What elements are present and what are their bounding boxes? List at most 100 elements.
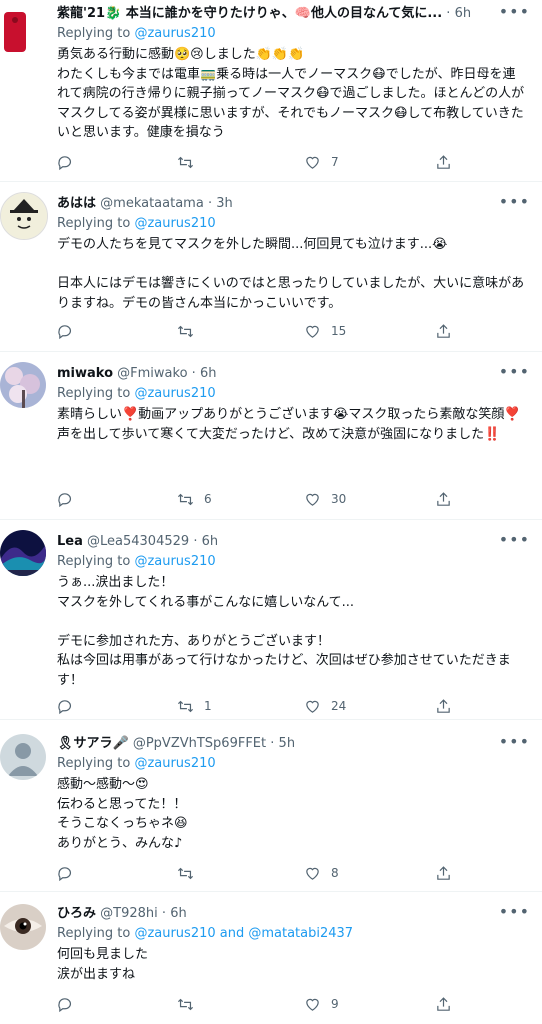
reply-mention-link[interactable]: @zaurus210 xyxy=(134,216,215,231)
avatar[interactable] xyxy=(0,734,46,780)
tweet-text: 勇気ある行動に感動🥺😢しました👏👏👏 わたくしも今までは電車🚃乗る時は一人でノー… xyxy=(57,47,525,140)
reply-button[interactable] xyxy=(57,994,84,1014)
separator-dot: · xyxy=(207,196,213,211)
like-button[interactable]: 7 xyxy=(304,152,339,172)
user-handle[interactable]: @PpVZVhTSp69FFEt xyxy=(133,736,266,751)
share-button[interactable] xyxy=(435,994,452,1014)
separator-dot: · xyxy=(270,736,275,751)
replying-to: Replying to @zaurus210 xyxy=(57,386,216,401)
like-button[interactable]: 9 xyxy=(304,994,339,1014)
avatar[interactable] xyxy=(0,362,46,408)
like-button[interactable]: 15 xyxy=(304,321,346,341)
like-button[interactable]: 30 xyxy=(304,489,346,509)
timestamp[interactable]: 5h xyxy=(279,736,296,751)
tweet[interactable]: 🎗サアラ🎤 @PpVZVhTSp69FFEt · 5h ••• Replying… xyxy=(0,720,542,892)
retweet-button[interactable] xyxy=(177,152,204,172)
retweet-icon xyxy=(177,700,194,712)
like-button[interactable]: 24 xyxy=(304,696,346,716)
retweet-icon xyxy=(177,325,194,337)
tweet-text: 感動〜感動〜😍 伝わると思ってた！！ そうこなくっちゃネ😆 ありがとう、みんな♪ xyxy=(57,777,188,851)
reply-icon xyxy=(58,492,72,507)
timestamp[interactable]: 6h xyxy=(455,6,472,21)
avatar[interactable] xyxy=(0,530,46,576)
display-name[interactable]: あはは xyxy=(57,196,96,211)
timestamp[interactable]: 6h xyxy=(202,534,219,549)
share-icon xyxy=(437,323,450,338)
user-handle[interactable]: @mekataatama xyxy=(100,196,204,211)
reply-button[interactable] xyxy=(57,152,84,172)
avatar[interactable] xyxy=(0,192,48,240)
heart-icon xyxy=(306,700,319,713)
replying-to: Replying to @zaurus210 and @matatabi2437 xyxy=(57,926,354,941)
retweet-icon xyxy=(177,998,194,1010)
tweet[interactable]: Lea @Lea54304529 · 6h ••• Replying to @z… xyxy=(0,520,542,720)
replying-to: Replying to @zaurus210 xyxy=(57,216,216,231)
tweet[interactable]: 紫龍'21🐉 本当に誰かを守りたけりゃ、🧠他人の目なんて気に... · 6h •… xyxy=(0,0,542,182)
reply-button[interactable] xyxy=(57,489,84,509)
reply-mention-link[interactable]: @zaurus210 xyxy=(134,756,215,771)
share-icon xyxy=(437,491,450,506)
user-handle[interactable]: @Lea54304529 xyxy=(87,534,189,549)
replying-to: Replying to @zaurus210 xyxy=(57,26,216,41)
tweet-text: うぁ...涙出ました！ マスクを外してくれる事がこんなに嬉しいなんて... デモ… xyxy=(57,575,511,688)
reply-icon xyxy=(58,699,72,714)
separator-dot: · xyxy=(161,906,167,921)
avatar[interactable] xyxy=(0,6,46,52)
tweet-header: Lea @Lea54304529 · 6h xyxy=(57,533,502,551)
tweet[interactable]: miwako @Fmiwako · 6h ••• Replying to @za… xyxy=(0,352,542,520)
reply-button[interactable] xyxy=(57,696,84,716)
more-horizontal-icon[interactable]: ••• xyxy=(499,192,530,211)
share-button[interactable] xyxy=(435,696,452,716)
display-name[interactable]: 🎗サアラ🎤 xyxy=(57,736,129,751)
more-horizontal-icon[interactable]: ••• xyxy=(499,732,530,751)
tweet-actions: 7 xyxy=(57,152,477,172)
reply-icon xyxy=(58,155,72,170)
retweet-icon xyxy=(177,867,194,879)
timestamp[interactable]: 6h xyxy=(200,366,217,381)
reply-button[interactable] xyxy=(57,863,84,883)
share-button[interactable] xyxy=(435,152,452,172)
heart-icon xyxy=(306,867,319,880)
tweet-header: あはは @mekataatama · 3h xyxy=(57,195,502,213)
retweet-button[interactable] xyxy=(177,863,204,883)
tweet[interactable]: ひろみ @T928hi · 6h ••• Replying to @zaurus… xyxy=(0,892,542,1024)
retweet-button[interactable]: 6 xyxy=(177,489,212,509)
timestamp[interactable]: 6h xyxy=(170,906,187,921)
separator-dot: · xyxy=(191,366,196,381)
share-icon xyxy=(437,865,450,880)
share-button[interactable] xyxy=(435,489,452,509)
share-button[interactable] xyxy=(435,321,452,341)
tweet-header: ひろみ @T928hi · 6h xyxy=(57,905,502,923)
more-horizontal-icon[interactable]: ••• xyxy=(499,362,530,381)
replying-to: Replying to @zaurus210 xyxy=(57,554,216,569)
more-horizontal-icon[interactable]: ••• xyxy=(499,902,530,921)
tweet-actions: 15 xyxy=(57,321,477,341)
tweet[interactable]: あはは @mekataatama · 3h ••• Replying to @z… xyxy=(0,182,542,352)
retweet-button[interactable] xyxy=(177,994,204,1014)
like-button[interactable]: 8 xyxy=(304,863,339,883)
share-icon xyxy=(437,698,450,713)
more-horizontal-icon[interactable]: ••• xyxy=(499,530,530,549)
reply-mention-link[interactable]: @zaurus210 and @matatabi2437 xyxy=(134,926,353,941)
reply-mention-link[interactable]: @zaurus210 xyxy=(134,554,215,569)
reply-mention-link[interactable]: @zaurus210 xyxy=(134,26,215,41)
share-button[interactable] xyxy=(435,863,452,883)
share-icon xyxy=(437,154,450,169)
timestamp[interactable]: 3h xyxy=(216,196,233,211)
tweet-header: 紫龍'21🐉 本当に誰かを守りたけりゃ、🧠他人の目なんて気に... · 6h xyxy=(57,5,502,23)
reply-mention-link[interactable]: @zaurus210 xyxy=(134,386,215,401)
more-horizontal-icon[interactable]: ••• xyxy=(499,2,530,21)
avatar[interactable] xyxy=(0,904,46,950)
retweet-icon xyxy=(177,156,194,168)
display-name[interactable]: ひろみ xyxy=(57,906,96,921)
display-name[interactable]: miwako xyxy=(57,366,113,381)
tweet-text: 素晴らしい❣️動画アップありがとうございます😭マスク取ったら素敵な笑顔❣️ 声を… xyxy=(57,407,521,442)
display-name[interactable]: Lea xyxy=(57,534,83,549)
user-handle[interactable]: @T928hi xyxy=(100,906,158,921)
display-name[interactable]: 紫龍'21🐉 本当に誰かを守りたけりゃ、🧠他人の目なんて気に... xyxy=(57,6,442,21)
retweet-button[interactable]: 1 xyxy=(177,696,212,716)
reply-button[interactable] xyxy=(57,321,84,341)
retweet-button[interactable] xyxy=(177,321,204,341)
user-handle[interactable]: @Fmiwako xyxy=(117,366,187,381)
separator-dot: · xyxy=(193,534,198,549)
